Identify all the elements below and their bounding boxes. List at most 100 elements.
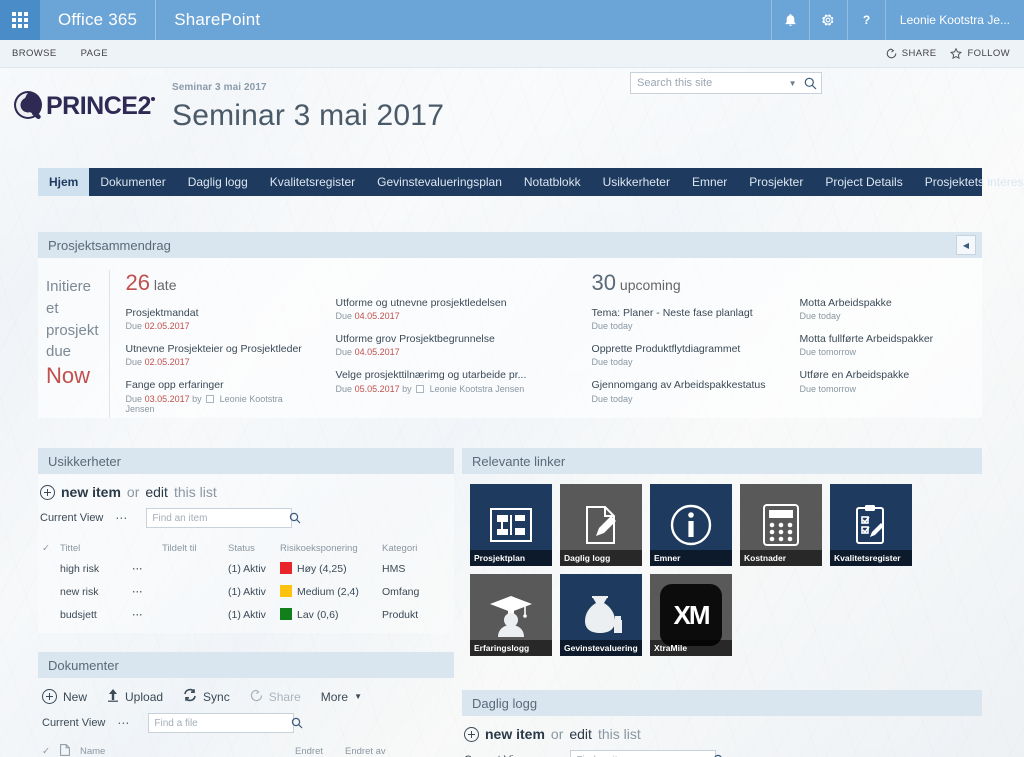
- row-overflow-icon[interactable]: ⋯: [128, 557, 158, 580]
- daily-log-find-input[interactable]: [571, 751, 714, 757]
- tile-gevinstevaluering[interactable]: Gevinstevaluering: [560, 574, 642, 656]
- tile-xtramile[interactable]: XM XtraMile: [650, 574, 732, 656]
- tile-emner[interactable]: Emner: [650, 484, 732, 566]
- prince2-logo[interactable]: PRINCE2: [12, 88, 162, 122]
- follow-button[interactable]: FOLLOW: [950, 48, 1010, 59]
- settings-gear-icon[interactable]: [808, 0, 847, 40]
- risks-find-input[interactable]: [147, 509, 290, 527]
- search-icon[interactable]: [291, 717, 303, 729]
- documents-view-selector[interactable]: Current View: [42, 717, 105, 729]
- task-item[interactable]: Opprette Produktflytdiagrammet Due today: [592, 342, 776, 367]
- documents-view-overflow-icon[interactable]: ⋯: [117, 716, 130, 730]
- plus-circle-icon[interactable]: [40, 484, 55, 500]
- topnav-item-emner[interactable]: Emner: [681, 168, 738, 196]
- tile-prosjektplan[interactable]: Prosjektplan: [470, 484, 552, 566]
- task-name[interactable]: Utnevne Prosjekteier og Prosjektleder: [126, 342, 312, 356]
- user-menu[interactable]: Leonie Kootstra Je...: [884, 0, 1024, 40]
- risks-view-selector[interactable]: Current View: [40, 512, 103, 524]
- risk-title[interactable]: budsjett: [56, 603, 128, 626]
- task-name[interactable]: Opprette Produktflytdiagrammet: [592, 342, 776, 356]
- row-overflow-icon[interactable]: ⋯: [128, 603, 158, 626]
- task-name[interactable]: Fange opp erfaringer: [126, 378, 312, 392]
- search-icon[interactable]: [289, 512, 301, 524]
- task-item[interactable]: Fange opp erfaringer Due 03.05.2017 by L…: [126, 378, 312, 413]
- select-all-checkmark-icon[interactable]: ✓: [38, 540, 56, 557]
- search-input[interactable]: [631, 73, 785, 93]
- scroll-left-arrow-icon[interactable]: ◀: [956, 235, 976, 255]
- suite-brand-office365[interactable]: Office 365: [40, 0, 157, 40]
- tile-kostnader[interactable]: Kostnader: [740, 484, 822, 566]
- task-name[interactable]: Velge prosjekttilnærimg og utarbeide pr.…: [336, 368, 532, 382]
- row-checkbox[interactable]: [38, 580, 56, 603]
- tile-daglig-logg[interactable]: Daglig logg: [560, 484, 642, 566]
- this-list-link[interactable]: this list: [598, 726, 641, 742]
- notifications-icon[interactable]: [770, 0, 809, 40]
- suite-app-sharepoint[interactable]: SharePoint: [156, 0, 278, 40]
- task-item[interactable]: Utforme grov Prosjektbegrunnelse Due 04.…: [336, 332, 532, 357]
- plus-circle-icon[interactable]: [464, 726, 479, 742]
- new-document-button[interactable]: New: [42, 689, 87, 704]
- topnav-item-hjem[interactable]: Hjem: [38, 168, 90, 196]
- app-launcher-waffle-icon[interactable]: [0, 0, 40, 40]
- ribbon-tab-browse[interactable]: BROWSE: [0, 48, 69, 59]
- topnav-item-daglig-logg[interactable]: Daglig logg: [177, 168, 259, 196]
- daily-log-view-overflow-icon[interactable]: ⋯: [539, 753, 552, 757]
- task-name[interactable]: Motta Arbeidspakke: [800, 296, 976, 310]
- risks-view-overflow-icon[interactable]: ⋯: [115, 511, 128, 525]
- column-header-endret[interactable]: Endret: [291, 741, 341, 757]
- tile-kvalitetsregister[interactable]: Kvalitetsregister: [830, 484, 912, 566]
- task-name[interactable]: Utforme grov Prosjektbegrunnelse: [336, 332, 532, 346]
- column-header-risikoeksponering[interactable]: Risikoeksponering: [276, 540, 378, 557]
- column-header-status[interactable]: Status: [224, 540, 276, 557]
- task-name[interactable]: Prosjektmandat: [126, 306, 312, 320]
- topnav-item-usikkerheter[interactable]: Usikkerheter: [592, 168, 681, 196]
- topnav-item-project-details[interactable]: Project Details: [814, 168, 913, 196]
- assignee-name[interactable]: Leonie Kootstra Jensen: [430, 384, 525, 394]
- table-row[interactable]: budsjett ⋯ (1) Aktiv Lav (0,6) Produkt: [38, 603, 454, 626]
- ribbon-tab-page[interactable]: PAGE: [69, 48, 120, 59]
- row-checkbox[interactable]: [38, 557, 56, 580]
- task-item[interactable]: Prosjektmandat Due 02.05.2017: [126, 306, 312, 331]
- task-name[interactable]: Motta fullførte Arbeidspakker: [800, 332, 976, 346]
- task-name[interactable]: Gjennomgang av Arbeidspakkestatus: [592, 378, 776, 392]
- row-checkbox[interactable]: [38, 603, 56, 626]
- task-name[interactable]: Tema: Planer - Neste fase planlagt: [592, 306, 776, 320]
- task-item[interactable]: Motta Arbeidspakke Due today: [800, 296, 976, 321]
- task-item[interactable]: Gjennomgang av Arbeidspakkestatus Due to…: [592, 378, 776, 403]
- help-icon[interactable]: ?: [846, 0, 885, 40]
- tile-erfaringslogg[interactable]: Erfaringslogg: [470, 574, 552, 656]
- share-button[interactable]: SHARE: [886, 48, 937, 59]
- task-item[interactable]: Utnevne Prosjekteier og Prosjektleder Du…: [126, 342, 312, 367]
- row-overflow-icon[interactable]: ⋯: [128, 580, 158, 603]
- column-header-tildelt-til[interactable]: Tildelt til: [158, 540, 224, 557]
- breadcrumb[interactable]: Seminar 3 mai 2017: [172, 82, 444, 93]
- table-row[interactable]: high risk ⋯ (1) Aktiv Høy (4,25) HMS: [38, 557, 454, 580]
- search-scope-chevron-down-icon[interactable]: ▼: [785, 79, 800, 88]
- topnav-item-dokumenter[interactable]: Dokumenter: [89, 168, 176, 196]
- column-header-name[interactable]: Name: [76, 741, 291, 757]
- task-name[interactable]: Utføre en Arbeidspakke: [800, 368, 976, 382]
- new-item-link[interactable]: new item: [61, 484, 121, 500]
- documents-find-input[interactable]: [149, 714, 292, 732]
- upload-button[interactable]: Upload: [107, 688, 163, 705]
- task-item[interactable]: Tema: Planer - Neste fase planlagt Due t…: [592, 306, 776, 331]
- topnav-item-prosjekter[interactable]: Prosjekter: [738, 168, 814, 196]
- edit-link[interactable]: edit: [569, 726, 592, 742]
- edit-link[interactable]: edit: [145, 484, 168, 500]
- column-header-endret-av[interactable]: Endret av: [341, 741, 454, 757]
- sync-button[interactable]: Sync: [183, 688, 230, 705]
- search-icon[interactable]: [800, 77, 821, 90]
- topnav-item-notatblokk[interactable]: Notatblokk: [513, 168, 592, 196]
- task-item[interactable]: Utføre en Arbeidspakke Due tomorrow: [800, 368, 976, 393]
- task-item[interactable]: Utforme og utnevne prosjektledelsen Due …: [336, 296, 532, 321]
- topnav-item-prosjektets-interessenter[interactable]: Prosjektets interessenter: [914, 168, 1024, 196]
- table-row[interactable]: new risk ⋯ (1) Aktiv Medium (2,4) Omfang: [38, 580, 454, 603]
- task-item[interactable]: Motta fullførte Arbeidspakker Due tomorr…: [800, 332, 976, 357]
- this-list-link[interactable]: this list: [174, 484, 217, 500]
- risk-title[interactable]: new risk: [56, 580, 128, 603]
- new-item-link[interactable]: new item: [485, 726, 545, 742]
- topnav-item-gevinstevalueringsplan[interactable]: Gevinstevalueringsplan: [366, 168, 513, 196]
- select-all-checkmark-icon[interactable]: ✓: [38, 741, 56, 757]
- more-button[interactable]: More ▼: [321, 690, 362, 704]
- column-header-kategori[interactable]: Kategori: [378, 540, 454, 557]
